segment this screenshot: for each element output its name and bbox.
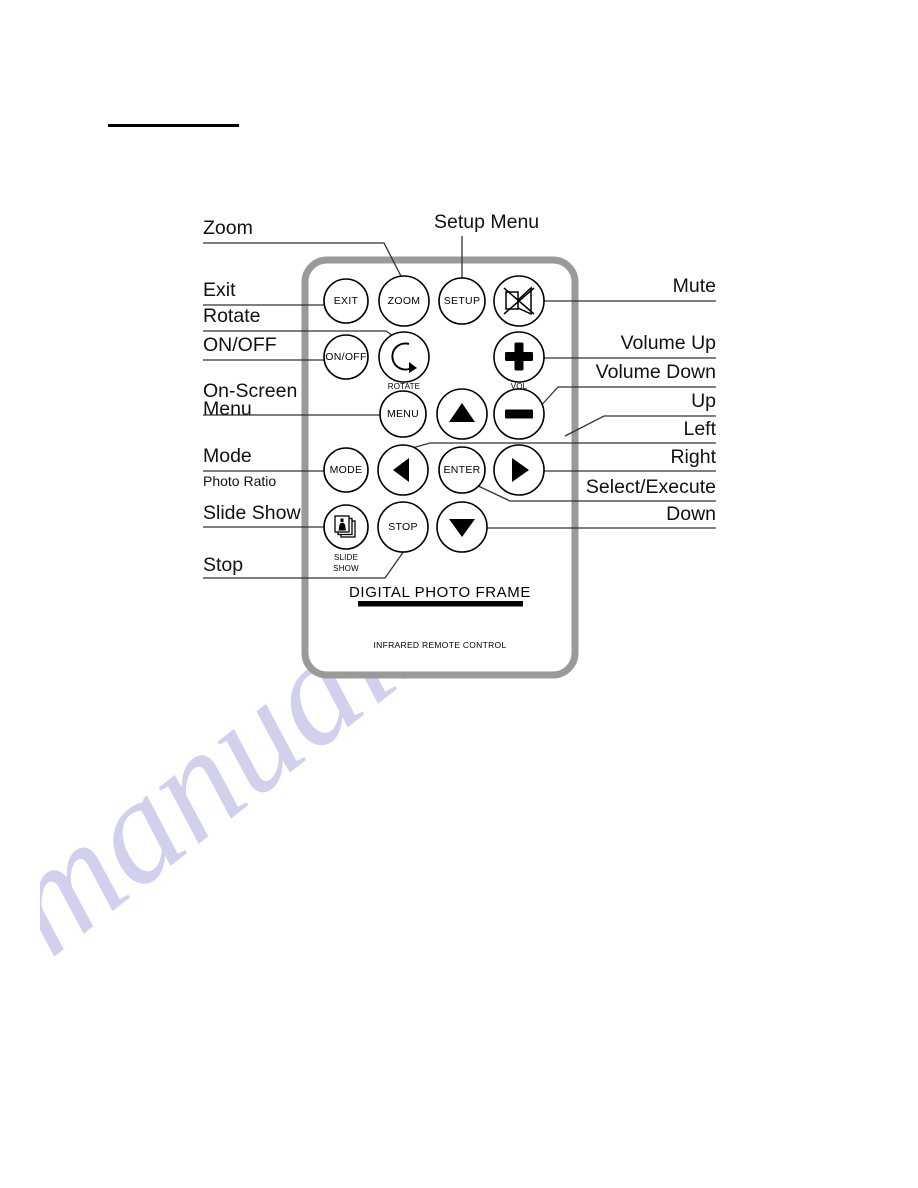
page-canvas: manualshive.com EXIT ZOOM SETUP ON/OFF R… bbox=[0, 0, 918, 1188]
callout-left: Left bbox=[683, 418, 716, 440]
callout-mode: Mode bbox=[203, 445, 252, 467]
button-onoff-label: ON/OFF bbox=[325, 351, 367, 363]
brand-title: DIGITAL PHOTO FRAME bbox=[349, 584, 531, 601]
callout-rotate: Rotate bbox=[203, 305, 261, 327]
button-rotate-sublabel: ROTATE bbox=[387, 382, 421, 391]
callout-up: Up bbox=[691, 390, 716, 412]
brand-underline bbox=[358, 601, 523, 607]
button-stop-label: STOP bbox=[388, 521, 418, 533]
button-setup-label: SETUP bbox=[443, 295, 481, 307]
button-rotate bbox=[378, 331, 430, 383]
callout-photo-ratio: Photo Ratio bbox=[203, 473, 277, 489]
button-menu-label: MENU bbox=[386, 408, 420, 420]
callout-zoom: Zoom bbox=[203, 217, 253, 239]
callout-onoff: ON/OFF bbox=[203, 334, 277, 356]
slide-show-icon bbox=[334, 515, 356, 538]
callout-stop: Stop bbox=[203, 554, 244, 576]
button-volume-sublabel: VOL bbox=[510, 382, 528, 391]
callout-right: Right bbox=[670, 446, 716, 468]
button-slideshow-sublabel-1: SLIDE bbox=[333, 553, 359, 562]
callout-volume-up: Volume Up bbox=[620, 332, 716, 354]
callout-exit: Exit bbox=[203, 279, 236, 301]
callout-onscreen-menu-line2: Menu bbox=[203, 398, 252, 420]
button-zoom-label: ZOOM bbox=[387, 295, 421, 307]
button-slideshow-sublabel-2: SHOW bbox=[333, 564, 359, 573]
callout-slide-show: Slide Show bbox=[203, 502, 301, 524]
button-enter-label: ENTER bbox=[443, 464, 481, 476]
button-exit-label: EXIT bbox=[333, 295, 359, 307]
callout-volume-down: Volume Down bbox=[595, 361, 716, 383]
callout-down: Down bbox=[666, 503, 716, 525]
button-mode-label: MODE bbox=[329, 464, 363, 476]
callout-mute: Mute bbox=[672, 275, 716, 297]
callout-select-execute: Select/Execute bbox=[585, 476, 716, 498]
callout-setup-menu: Setup Menu bbox=[434, 211, 540, 233]
brand-subtitle: INFRARED REMOTE CONTROL bbox=[373, 640, 507, 650]
